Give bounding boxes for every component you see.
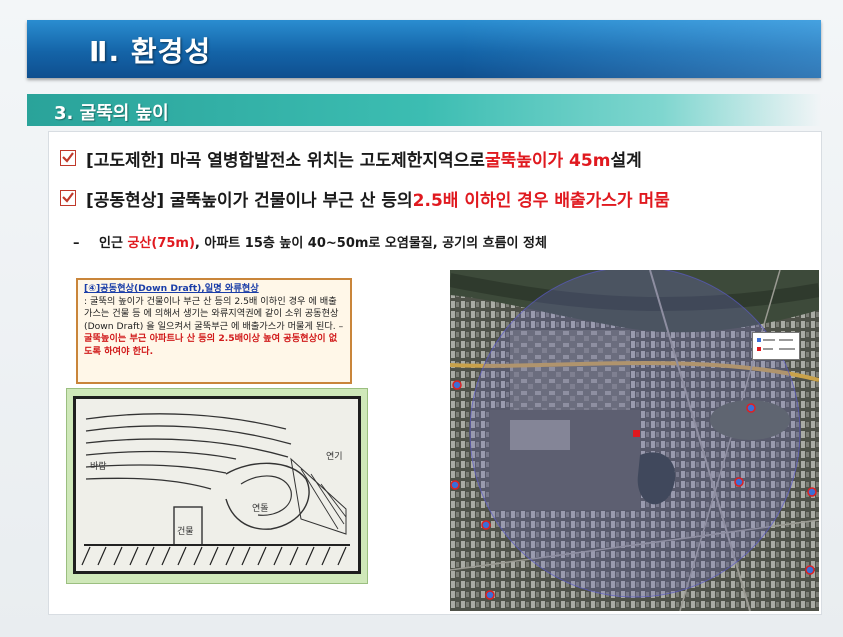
diagram-drawing [81,413,350,566]
bullet-highlight: 2.5배 이하인 경우 배출가스가 머뭄 [412,190,670,211]
map-imagery [450,270,819,611]
bullet-altitude-limit: [고도제한] 마곡 열병합발전소 위치는 고도제한지역으로 굴뚝높이가 45m … [60,144,642,172]
satellite-map[interactable] [450,270,819,611]
bullet-suffix: 설계 [610,150,642,171]
diagram-label-vortex: 연돌 [252,504,269,514]
page-title: Ⅱ. 환경성 [89,35,212,68]
sub-bullet-highlight: 궁산(75m) [127,236,195,251]
bullet-down-draft: [공동현상] 굴뚝높이가 건물이나 부근 산 등의 2.5배 이하인 경우 배출… [60,184,670,212]
explanation-warning: 굴뚝높이는 부근 아파트나 산 등의 2.5배이상 높여 공동현상이 없도록 하… [84,333,338,357]
sub-bullet: – 인근 궁산(75m), 아파트 15층 높이 40~50m로 오염물질, 공기… [73,232,547,251]
checkbox-icon [60,150,76,166]
diagram-canvas: 바람 건물 연돌 연기 [73,396,361,574]
explanation-body: : 굴뚝의 높이가 건물이나 부근 산 등의 2.5배 이하인 경우 에 배출 … [84,295,344,332]
bullet-text: [고도제한] 마곡 열병합발전소 위치는 고도제한지역으로 [86,150,485,171]
dash-marker: – [73,236,80,251]
diagram-label-smoke: 연기 [326,452,343,462]
down-draft-diagram: 바람 건물 연돌 연기 [66,388,368,584]
title-bar-glow [461,20,821,78]
sub-bullet-suffix: , 아파트 15층 높이 40~50m로 오염물질, 공기의 흐름이 정체 [194,236,547,251]
diagram-label-wind: 바람 [90,462,107,472]
explanation-box: [④]공동현상(Down Draft),일명 와류현상 : 굴뚝의 높이가 건물… [76,278,352,384]
diagram-label-building: 건물 [177,527,194,537]
bullet-highlight: 굴뚝높이가 45m [484,150,611,171]
sub-bullet-text: 인근 [99,236,128,251]
title-bar: Ⅱ. 환경성 [27,20,821,78]
checkbox-icon [60,190,76,206]
explanation-heading: [④]공동현상(Down Draft),일명 와류현상 [84,283,259,294]
section-bar: 3. 굴뚝의 높이 [27,94,821,126]
map-info-popup[interactable] [752,332,800,360]
popup-content-icon [757,338,795,351]
bullet-text: [공동현상] 굴뚝높이가 건물이나 부근 산 등의 [86,190,413,211]
section-title: 3. 굴뚝의 높이 [54,103,169,124]
